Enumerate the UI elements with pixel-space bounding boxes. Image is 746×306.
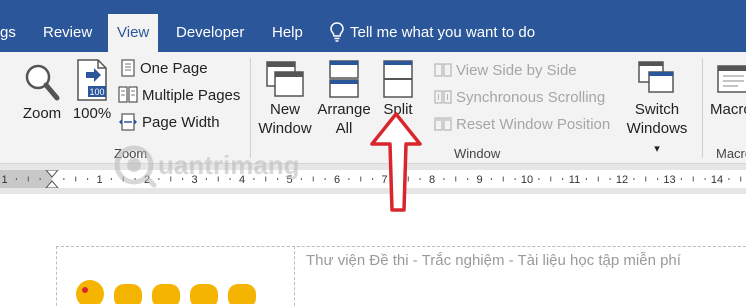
page-width-button[interactable]: Page Width (118, 112, 220, 134)
multiple-pages-label: Multiple Pages (142, 87, 241, 104)
ruler-number: 4 (239, 174, 245, 186)
group-divider (702, 58, 703, 158)
synchronous-scrolling-label: Synchronous Scrolling (456, 89, 606, 106)
indent-marker[interactable] (45, 170, 59, 188)
macros-icon (717, 65, 746, 93)
macros-button[interactable]: Macro (710, 58, 746, 119)
view-side-by-side-label: View Side by Side (456, 62, 577, 79)
new-window-label-line1: New (269, 101, 300, 118)
ruler-number: 2 (144, 174, 150, 186)
arrange-all-icon (329, 60, 359, 98)
page-width-icon (119, 112, 137, 131)
ruler-number: 3 (191, 174, 197, 186)
chevron-down-icon: ▾ (654, 143, 660, 155)
tab-developer[interactable]: Developer (176, 0, 244, 52)
ruler-number: 6 (334, 174, 340, 186)
arrange-all-label-line1: Arrange (317, 101, 371, 118)
group-divider (250, 58, 251, 158)
one-page-button[interactable]: One Page (120, 58, 208, 80)
split-icon (383, 60, 413, 98)
view-side-by-side-button[interactable]: View Side by Side (434, 60, 577, 82)
one-page-icon (121, 58, 135, 77)
ruler-number: 1 (1, 174, 7, 186)
arrange-all-button[interactable]: Arrange All (316, 58, 372, 138)
multiple-pages-button[interactable]: Multiple Pages (118, 85, 240, 107)
ruler-number: 8 (429, 174, 435, 186)
multiple-pages-icon (118, 85, 138, 103)
page-width-label: Page Width (142, 114, 220, 131)
ruler-number: 14 (711, 174, 723, 186)
macros-group-label: Macro (716, 146, 746, 161)
zoom-100-label: 100% (72, 105, 112, 122)
page-100-icon: 100 (77, 59, 107, 101)
ruler-number: 1 (96, 174, 102, 186)
macros-label: Macro (710, 101, 746, 118)
new-window-label-line2: Window (258, 120, 312, 137)
logo-image (76, 280, 256, 304)
one-page-label: One Page (140, 60, 208, 77)
tab-design-partial[interactable]: gs (0, 0, 16, 52)
arrange-all-label-line2: All (335, 120, 353, 137)
ruler-number: 11 (569, 174, 580, 186)
zoom-100-badge: 100 (89, 87, 104, 97)
tell-me-label: Tell me what you want to do (350, 24, 536, 41)
ruler-number: 9 (476, 174, 482, 186)
document-text: Thư viện Đề thi - Trắc nghiệm - Tài liệu… (306, 252, 681, 269)
switch-windows-button[interactable]: Switch Windows ▾ (624, 58, 690, 159)
zoom-100-button[interactable]: 100 100% (70, 58, 114, 123)
tell-me-search[interactable]: Tell me what you want to do (330, 0, 535, 52)
ribbon-tab-bar: gs Review View Developer Help Tell me wh… (0, 0, 746, 52)
annotation-arrow (370, 112, 422, 212)
zoom-group-label: Zoom (114, 146, 148, 161)
tab-help[interactable]: Help (272, 0, 303, 52)
reset-window-position-label: Reset Window Position (456, 116, 611, 133)
ruler-number: 13 (663, 174, 675, 186)
zoom-label: Zoom (22, 105, 62, 122)
switch-windows-label-line2: Windows ▾ (626, 120, 688, 155)
ruler-number: 5 (286, 174, 292, 186)
magnifier-icon (25, 64, 60, 101)
sync-scroll-icon (434, 89, 452, 104)
zoom-button[interactable]: Zoom (18, 62, 66, 123)
reset-window-position-button[interactable]: Reset Window Position (434, 114, 610, 136)
tab-review[interactable]: Review (43, 0, 92, 52)
side-by-side-icon (434, 62, 452, 77)
switch-windows-icon (638, 61, 674, 93)
synchronous-scrolling-button[interactable]: Synchronous Scrolling (434, 87, 605, 109)
table-cell-divider (294, 246, 295, 306)
switch-windows-label-line1: Switch (634, 101, 680, 118)
lightbulb-icon (330, 21, 344, 42)
new-window-button[interactable]: New Window (256, 58, 314, 138)
ruler-number: 10 (521, 174, 533, 186)
new-window-icon (266, 61, 304, 97)
ruler-number: 12 (616, 174, 628, 186)
tab-view[interactable]: View (108, 14, 159, 52)
reset-window-icon (434, 116, 452, 131)
window-group-label: Window (454, 146, 501, 161)
